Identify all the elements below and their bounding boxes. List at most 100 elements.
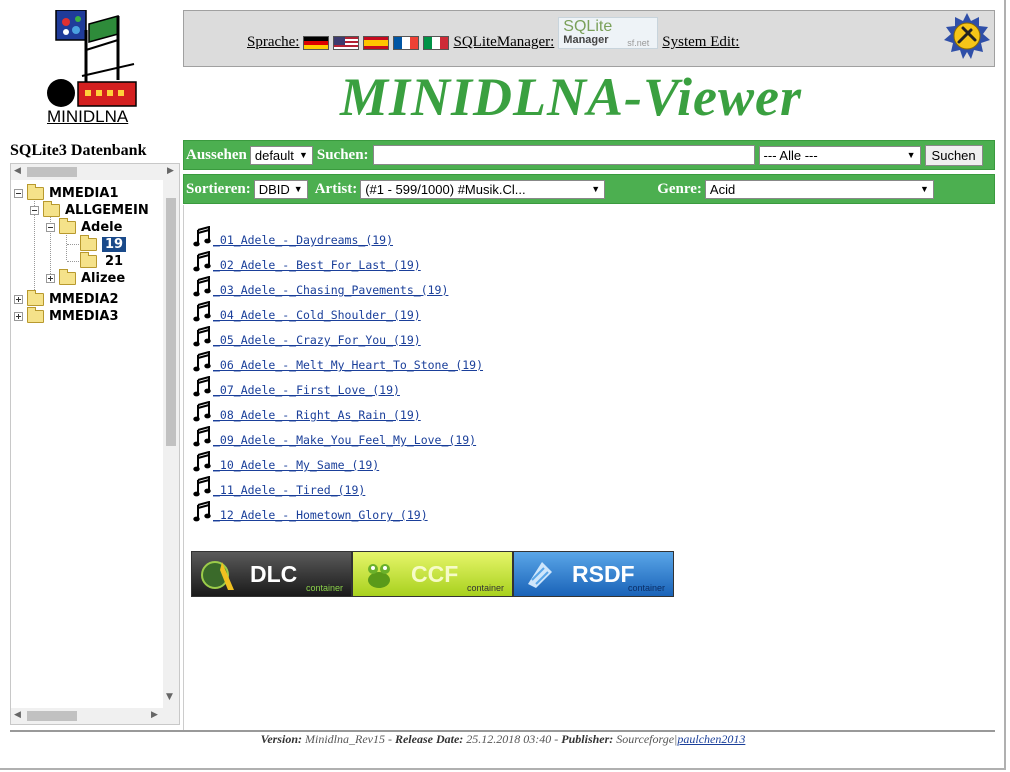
song-item[interactable]: _05_Adele_-_Crazy_For_You_(19) <box>193 322 483 347</box>
flag-de-icon[interactable] <box>303 35 330 50</box>
collapse-icon[interactable] <box>30 205 39 215</box>
sqlitemanager-label[interactable]: SQLiteManager: <box>453 34 554 51</box>
container-buttons: DLC container CCF container RSDF contain… <box>191 551 674 597</box>
filter-toolbar: Sortieren: DBID ▼ Artist: (#1 - 599/1000… <box>183 174 995 204</box>
song-item[interactable]: _01_Adele_-_Daydreams_(19) <box>193 222 483 247</box>
expand-icon[interactable] <box>46 273 55 283</box>
song-item[interactable]: _11_Adele_-_Tired_(19) <box>193 472 483 497</box>
scrollbar-thumb[interactable] <box>27 167 77 177</box>
logo-text[interactable]: MINIDLNA <box>47 107 128 127</box>
rsdf-logo-icon <box>528 562 552 588</box>
tree-node-label[interactable]: Adele <box>81 220 122 235</box>
flag-us-icon[interactable] <box>333 35 360 50</box>
dlc-container-button[interactable]: DLC container <box>191 551 352 597</box>
flag-es-icon[interactable] <box>363 35 390 50</box>
tree-node-allgemein[interactable]: ALLGEMEIN <box>30 200 149 218</box>
caret-down-icon: ▼ <box>293 184 303 194</box>
scroll-left-icon[interactable]: ◀ <box>14 166 21 176</box>
tree-node-label[interactable]: MMEDIA3 <box>49 309 119 324</box>
song-item[interactable]: _08_Adele_-_Right_As_Rain_(19) <box>193 397 483 422</box>
song-item[interactable]: _02_Adele_-_Best_For_Last_(19) <box>193 247 483 272</box>
genre-label: Genre: <box>657 180 702 197</box>
system-edit-label[interactable]: System Edit: <box>662 34 739 51</box>
genre-select-value: Acid <box>709 181 736 197</box>
tree-node-adele[interactable]: Adele <box>46 217 122 235</box>
artist-label: Artist: <box>314 180 358 197</box>
genre-select[interactable]: Acid ▼ <box>704 179 934 199</box>
song-link[interactable]: _02_Adele_-_Best_For_Last_(19) <box>213 258 421 272</box>
song-link[interactable]: _01_Adele_-_Daydreams_(19) <box>213 233 393 247</box>
ccf-sublabel: container <box>466 583 504 593</box>
expand-icon[interactable] <box>14 311 23 321</box>
tree-node-label-selected[interactable]: 19 <box>102 236 127 252</box>
song-item[interactable]: _10_Adele_-_My_Same_(19) <box>193 447 483 472</box>
music-note-icon <box>193 225 211 247</box>
scrollbar-thumb[interactable] <box>27 711 77 721</box>
scroll-right-icon[interactable]: ▶ <box>167 166 174 176</box>
song-link[interactable]: _10_Adele_-_My_Same_(19) <box>213 458 379 472</box>
song-link[interactable]: _06_Adele_-_Melt_My_Heart_To_Stone_(19) <box>213 358 483 372</box>
expand-icon[interactable] <box>14 294 23 304</box>
publisher-link[interactable]: paulchen2013 <box>677 732 745 746</box>
sqlitemanager-logo-icon[interactable]: SQLite Manager sf.net <box>558 16 659 49</box>
sidebar-top-hscrollbar[interactable]: ◀ ▶ <box>11 164 179 180</box>
tree-node-label[interactable]: 21 <box>102 254 123 269</box>
song-link[interactable]: _09_Adele_-_Make_You_Feel_My_Love_(19) <box>213 433 476 447</box>
rsdf-container-button[interactable]: RSDF container <box>513 551 674 597</box>
tree-node-label[interactable]: MMEDIA2 <box>49 292 119 307</box>
song-item[interactable]: _03_Adele_-_Chasing_Pavements_(19) <box>193 272 483 297</box>
song-link[interactable]: _12_Adele_-_Hometown_Glory_(19) <box>213 508 428 522</box>
collapse-icon[interactable] <box>46 222 55 232</box>
search-input[interactable] <box>372 145 755 165</box>
rsdf-sublabel: container <box>627 583 665 593</box>
music-note-icon <box>193 425 211 447</box>
scroll-right-icon[interactable]: ▶ <box>151 710 158 720</box>
version-label: Version: <box>260 732 302 746</box>
scrollbar-thumb[interactable] <box>166 198 176 446</box>
tree-node-label[interactable]: Alizee <box>81 271 125 286</box>
tree-node-label[interactable]: MMEDIA1 <box>49 186 119 201</box>
music-note-icon <box>193 450 211 472</box>
song-item[interactable]: _04_Adele_-_Cold_Shoulder_(19) <box>193 297 483 322</box>
song-link[interactable]: _08_Adele_-_Right_As_Rain_(19) <box>213 408 421 422</box>
song-link[interactable]: _11_Adele_-_Tired_(19) <box>213 483 365 497</box>
ccf-container-button[interactable]: CCF container <box>352 551 513 597</box>
tree-node-label[interactable]: ALLGEMEIN <box>65 203 149 218</box>
category-select[interactable]: --- Alle --- ▼ <box>758 145 921 165</box>
flag-it-icon[interactable] <box>423 35 450 50</box>
sort-select[interactable]: DBID ▼ <box>253 179 308 199</box>
scroll-left-icon[interactable]: ◀ <box>14 710 21 720</box>
appearance-select-value: default <box>254 147 294 163</box>
music-note-icon <box>193 300 211 322</box>
song-link[interactable]: _03_Adele_-_Chasing_Pavements_(19) <box>213 283 448 297</box>
song-link[interactable]: _05_Adele_-_Crazy_For_You_(19) <box>213 333 421 347</box>
flag-fr-icon[interactable] <box>393 35 420 50</box>
language-label[interactable]: Sprache: <box>247 34 299 51</box>
sidebar-tree-panel: ◀ ▶ ▼ ◀ ▶ MMEDIA1 ALLGEMEIN Adele 19 21 <box>10 163 180 725</box>
system-edit-gear-icon[interactable] <box>943 12 991 60</box>
music-note-icon <box>193 475 211 497</box>
music-note-icon <box>193 400 211 422</box>
tree-node-alizee[interactable]: Alizee <box>46 268 125 286</box>
song-link[interactable]: _07_Adele_-_First_Love_(19) <box>213 383 400 397</box>
song-item[interactable]: _06_Adele_-_Melt_My_Heart_To_Stone_(19) <box>193 347 483 372</box>
song-item[interactable]: _07_Adele_-_First_Love_(19) <box>193 372 483 397</box>
ccf-frog-icon <box>368 564 390 588</box>
tree-node-mmedia3[interactable]: MMEDIA3 <box>14 306 119 324</box>
collapse-icon[interactable] <box>14 188 23 198</box>
song-link[interactable]: _04_Adele_-_Cold_Shoulder_(19) <box>213 308 421 322</box>
tree-node-mmedia1[interactable]: MMEDIA1 <box>14 183 119 201</box>
artist-select[interactable]: (#1 - 599/1000) #Musik.Cl... ▼ <box>360 179 606 199</box>
tree-node-19[interactable]: 19 <box>80 234 127 252</box>
sidebar-bottom-hscrollbar[interactable]: ◀ ▶ <box>11 708 179 724</box>
search-button[interactable]: Suchen <box>924 144 983 166</box>
scroll-down-icon[interactable]: ▼ <box>166 692 173 702</box>
song-item[interactable]: _09_Adele_-_Make_You_Feel_My_Love_(19) <box>193 422 483 447</box>
tree-node-mmedia2[interactable]: MMEDIA2 <box>14 289 119 307</box>
tree-node-21[interactable]: 21 <box>80 251 123 269</box>
song-item[interactable]: _12_Adele_-_Hometown_Glory_(19) <box>193 497 483 522</box>
caret-down-icon: ▼ <box>298 150 308 160</box>
language-bar: Sprache: SQLiteManager: SQLite Manager s… <box>247 16 739 51</box>
appearance-select[interactable]: default ▼ <box>249 145 313 165</box>
sidebar-vscrollbar[interactable]: ▼ <box>163 180 179 708</box>
